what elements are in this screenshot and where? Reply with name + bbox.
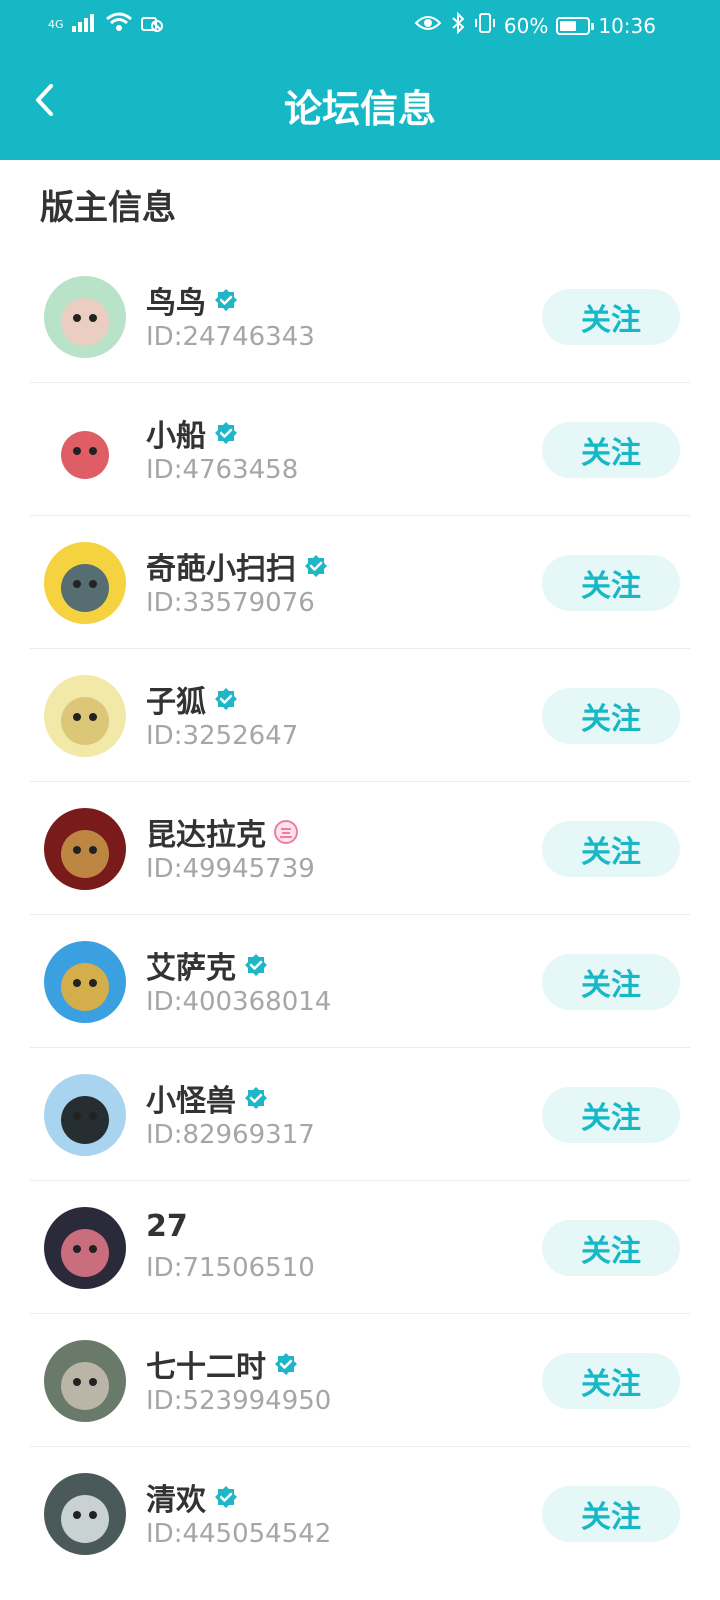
avatar-image: [44, 276, 126, 358]
avatar[interactable]: [44, 1340, 126, 1422]
avatar-image: [44, 1340, 126, 1422]
eye-icon: [414, 13, 442, 38]
verified-icon: [304, 554, 328, 578]
moderator-name[interactable]: 小船: [146, 411, 206, 455]
moderator-id: ID:49945739: [146, 854, 315, 884]
nav-bar: 论坛信息: [0, 60, 720, 150]
moderator-name[interactable]: 小怪兽: [146, 1076, 236, 1120]
page-title: 论坛信息: [283, 87, 436, 131]
follow-button[interactable]: 关注: [542, 1087, 680, 1143]
avatar[interactable]: [44, 941, 126, 1023]
moderator-name[interactable]: 清欢: [146, 1475, 206, 1519]
moderator-id: ID:3252647: [146, 721, 299, 751]
avatar-image: [44, 409, 126, 491]
battery-fill: [560, 20, 577, 31]
moderator-name[interactable]: 艾萨克: [146, 943, 236, 987]
verified-icon: [214, 687, 238, 711]
avatar-image: [44, 675, 126, 757]
avatar-image: [44, 1207, 126, 1289]
follow-button[interactable]: 关注: [542, 821, 680, 877]
follow-button[interactable]: 关注: [542, 289, 680, 345]
follow-button[interactable]: 关注: [542, 1353, 680, 1409]
list-item[interactable]: 子狐 ID:3252647 关注: [30, 649, 690, 782]
list-item[interactable]: 鸟鸟 ID:24746343 关注: [30, 250, 690, 383]
avatar-image: [44, 1473, 126, 1555]
moderator-id: ID:82969317: [146, 1120, 315, 1150]
name-line: 鸟鸟: [146, 278, 238, 322]
vibrate-icon: [474, 12, 496, 39]
list-item[interactable]: 昆达拉克 ID:49945739 关注: [30, 782, 690, 915]
status-left: 4G: [48, 12, 164, 37]
list-item[interactable]: 七十二时 ID:523994950 关注: [30, 1314, 690, 1447]
section-title: 版主信息: [40, 188, 176, 228]
avatar-image: [44, 542, 126, 624]
wifi-icon: [105, 12, 132, 37]
app-header: 4G 60% 10:36 论坛信息: [0, 0, 720, 160]
follow-button[interactable]: 关注: [542, 1220, 680, 1276]
name-line: 清欢: [146, 1475, 238, 1519]
moderator-name[interactable]: 鸟鸟: [146, 278, 206, 322]
avatar[interactable]: [44, 1473, 126, 1555]
moderator-id: ID:24746343: [146, 322, 315, 352]
name-line: 昆达拉克: [146, 810, 298, 854]
avatar[interactable]: [44, 1074, 126, 1156]
battery-percent: 60%: [503, 13, 549, 38]
name-line: 小怪兽: [146, 1076, 268, 1120]
name-line: 艾萨克: [146, 943, 268, 987]
moderator-name[interactable]: 27: [146, 1209, 188, 1244]
status-right: 60% 10:36: [414, 11, 656, 39]
moderator-name[interactable]: 子狐: [146, 677, 206, 721]
moderator-id: ID:71506510: [146, 1253, 315, 1283]
moderator-id: ID:445054542: [146, 1519, 332, 1549]
bluetooth-icon: [450, 11, 466, 39]
avatar[interactable]: [44, 542, 126, 624]
avatar[interactable]: [44, 675, 126, 757]
follow-button[interactable]: 关注: [542, 688, 680, 744]
verified-icon: [244, 1086, 268, 1110]
verified-icon: [214, 288, 238, 312]
moderator-id: ID:33579076: [146, 588, 315, 618]
follow-button[interactable]: 关注: [542, 954, 680, 1010]
name-line: 奇葩小扫扫: [146, 544, 328, 588]
avatar[interactable]: [44, 276, 126, 358]
moderator-id: ID:4763458: [146, 455, 299, 485]
moderator-name[interactable]: 奇葩小扫扫: [146, 544, 296, 588]
moderator-list: 鸟鸟 ID:24746343 关注 小船 ID:4763458 关注 奇葩小扫扫 ID:335…: [0, 250, 720, 1580]
follow-button[interactable]: 关注: [542, 422, 680, 478]
avatar-image: [44, 1074, 126, 1156]
list-item[interactable]: 小怪兽 ID:82969317 关注: [30, 1048, 690, 1181]
clock: 10:36: [598, 13, 656, 38]
moderator-name[interactable]: 昆达拉克: [146, 810, 266, 854]
status-bar: 4G 60% 10:36: [0, 0, 720, 48]
list-item[interactable]: 27 ID:71506510 关注: [30, 1181, 690, 1314]
list-item[interactable]: 清欢 ID:445054542 关注: [30, 1447, 690, 1580]
verified-icon: [214, 1485, 238, 1509]
moderator-id: ID:523994950: [146, 1386, 332, 1416]
name-line: 子狐: [146, 677, 238, 721]
list-item[interactable]: 艾萨克 ID:400368014 关注: [30, 915, 690, 1048]
follow-button[interactable]: 关注: [542, 1486, 680, 1542]
avatar-image: [44, 808, 126, 890]
data-saver-icon: [140, 12, 164, 37]
avatar[interactable]: [44, 1207, 126, 1289]
name-line: 小船: [146, 411, 238, 455]
avatar[interactable]: [44, 808, 126, 890]
verified-icon: [274, 1352, 298, 1376]
verified-icon: [244, 953, 268, 977]
name-line: 七十二时: [146, 1342, 298, 1386]
avatar-image: [44, 941, 126, 1023]
follow-button[interactable]: 关注: [542, 555, 680, 611]
name-line: 27: [146, 1209, 188, 1244]
network-type: 4G: [48, 18, 64, 31]
avatar[interactable]: [44, 409, 126, 491]
signal-icon: [71, 12, 98, 37]
battery-icon: [556, 16, 595, 35]
list-item[interactable]: 奇葩小扫扫 ID:33579076 关注: [30, 516, 690, 649]
list-item[interactable]: 小船 ID:4763458 关注: [30, 383, 690, 516]
level-icon: [274, 820, 298, 844]
verified-icon: [214, 421, 238, 445]
moderator-id: ID:400368014: [146, 987, 332, 1017]
moderator-name[interactable]: 七十二时: [146, 1342, 266, 1386]
